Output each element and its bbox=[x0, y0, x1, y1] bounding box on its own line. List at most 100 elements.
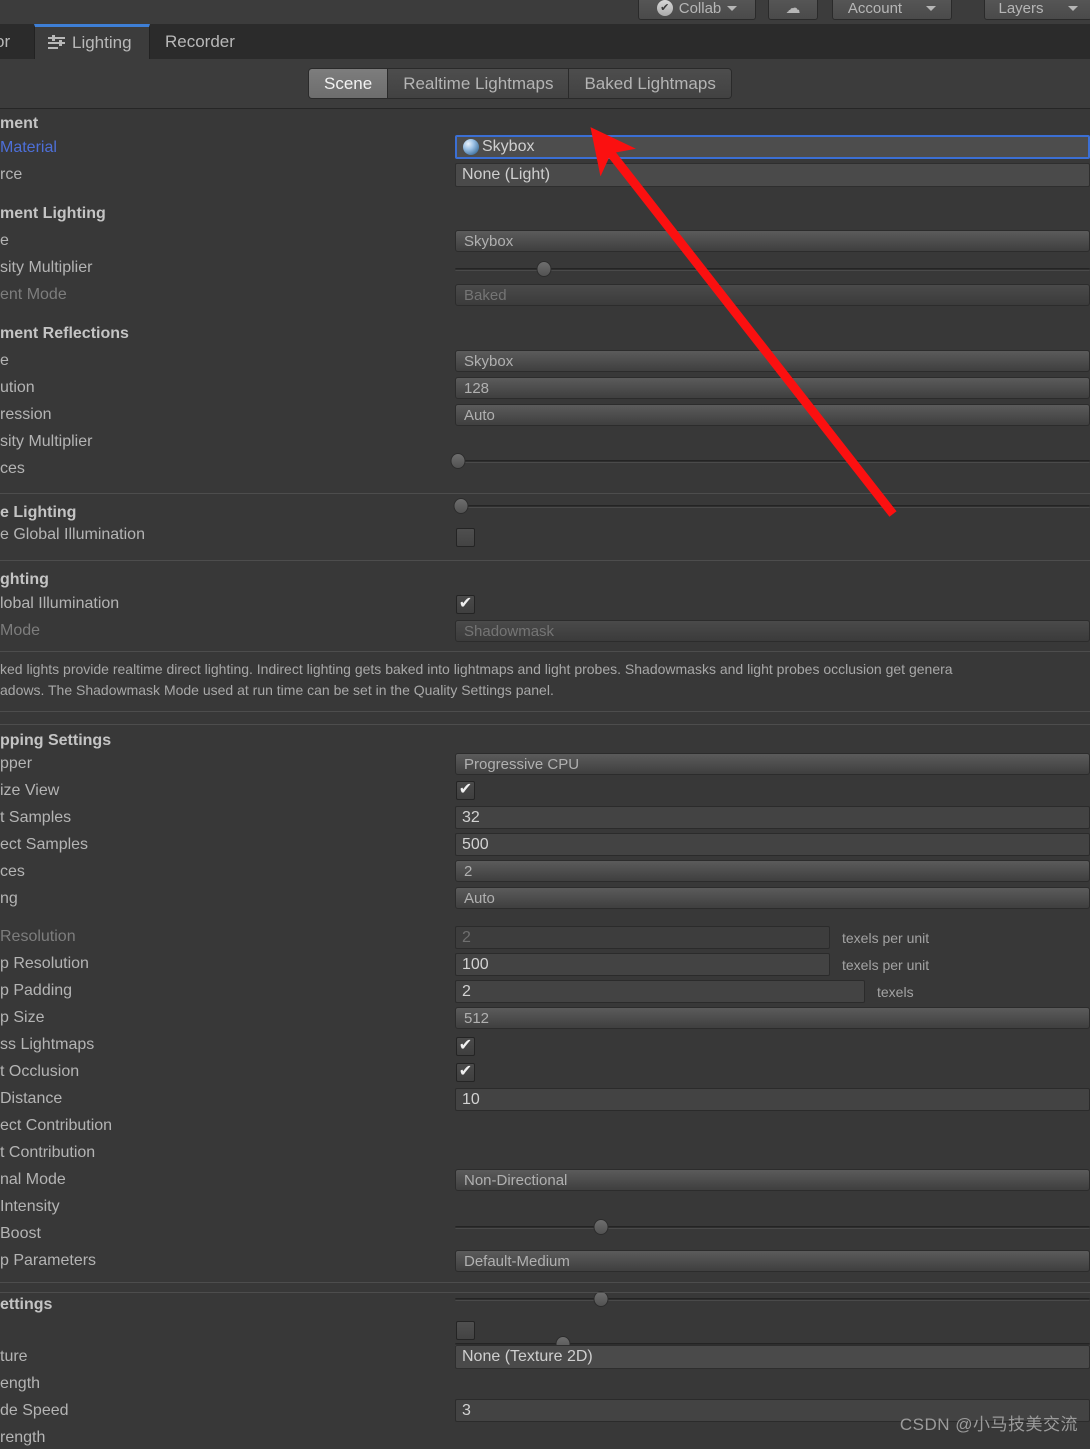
label-reflections-intensity-multiplier: sity Multiplier bbox=[0, 433, 93, 450]
field-value: None (Texture 2D) bbox=[462, 1348, 593, 1365]
section-header-lightmapping-settings: pping Settings bbox=[0, 732, 112, 749]
field-value: 32 bbox=[462, 808, 480, 826]
popup-value: Default-Medium bbox=[464, 1252, 570, 1270]
reflections-compression-popup[interactable]: Auto bbox=[455, 404, 1090, 426]
reflections-resolution-popup[interactable]: 128 bbox=[455, 377, 1090, 399]
account-dropdown[interactable]: Account bbox=[832, 0, 952, 20]
prioritize-view-checkbox[interactable] bbox=[456, 781, 475, 800]
label-flare-strength: rength bbox=[0, 1429, 46, 1446]
chevron-down-icon bbox=[727, 5, 738, 11]
halo-texture-field[interactable]: None (Texture 2D) bbox=[455, 1345, 1090, 1369]
lighting-settings-panel: ment Material Skybox rce None (Light) me… bbox=[0, 110, 1090, 1449]
sun-source-field[interactable]: None (Light) bbox=[455, 163, 1090, 187]
field-value: 100 bbox=[462, 955, 489, 973]
label-halo-strength: ength bbox=[0, 1375, 41, 1392]
lightmapping-bounces-popup[interactable]: 2 bbox=[455, 860, 1090, 882]
divider bbox=[0, 1292, 1090, 1293]
reflections-source-popup[interactable]: Skybox bbox=[455, 350, 1090, 372]
account-label: Account bbox=[847, 0, 903, 17]
label-flare-fade-speed: de Speed bbox=[0, 1402, 69, 1419]
tab-realtime-lightmaps[interactable]: Realtime Lightmaps bbox=[388, 69, 570, 98]
slider-knob[interactable] bbox=[450, 453, 466, 469]
popup-value: Auto bbox=[464, 406, 495, 424]
lighting-settings-icon bbox=[48, 35, 65, 50]
lightmap-parameters-popup[interactable]: Default-Medium bbox=[455, 1250, 1090, 1272]
label-lightmapper: pper bbox=[0, 755, 33, 772]
lighting-mode-popup[interactable]: Shadowmask bbox=[455, 620, 1090, 642]
label-indirect-resolution: Resolution bbox=[0, 928, 76, 945]
lightmap-mode-tabs: Scene Realtime Lightmaps Baked Lightmaps bbox=[308, 68, 732, 99]
popup-value: Skybox bbox=[464, 352, 514, 370]
popup-value: Auto bbox=[464, 889, 495, 907]
section-header-environment-reflections: ment Reflections bbox=[0, 325, 129, 342]
popup-value: Progressive CPU bbox=[464, 755, 580, 773]
slider-knob[interactable] bbox=[453, 498, 469, 514]
section-header-other-settings: ettings bbox=[0, 1296, 53, 1313]
label-lightmap-parameters: p Parameters bbox=[0, 1252, 97, 1269]
ambient-occlusion-checkbox[interactable] bbox=[456, 1063, 475, 1082]
baked-global-illumination-checkbox[interactable] bbox=[456, 595, 475, 614]
label-lighting-mode: Mode bbox=[0, 622, 41, 639]
popup-value: 2 bbox=[464, 862, 473, 880]
compress-lightmaps-checkbox[interactable] bbox=[456, 1037, 475, 1056]
lightmap-resolution-input[interactable]: 100 bbox=[455, 953, 830, 976]
sphere-icon bbox=[463, 139, 479, 155]
indirect-samples-input[interactable]: 500 bbox=[455, 833, 1090, 856]
label-filtering: ng bbox=[0, 890, 18, 907]
directional-mode-popup[interactable]: Non-Directional bbox=[455, 1169, 1090, 1191]
indirect-resolution-input[interactable]: 2 bbox=[455, 926, 830, 949]
reflections-intensity-slider[interactable] bbox=[450, 452, 1090, 470]
popup-value: Baked bbox=[464, 286, 507, 304]
divider bbox=[0, 711, 1090, 712]
popup-value: Skybox bbox=[464, 232, 514, 250]
filtering-popup[interactable]: Auto bbox=[455, 887, 1090, 909]
direct-samples-input[interactable]: 32 bbox=[455, 806, 1090, 829]
lightmapper-popup[interactable]: Progressive CPU bbox=[455, 753, 1090, 775]
slider-knob[interactable] bbox=[536, 261, 552, 277]
label-direct-samples: t Samples bbox=[0, 809, 72, 826]
skybox-material-field[interactable]: Skybox bbox=[455, 135, 1090, 159]
label-baked-global-illumination: lobal Illumination bbox=[0, 595, 120, 612]
slider-knob[interactable] bbox=[593, 1291, 609, 1307]
slider-track bbox=[455, 1226, 1090, 1229]
label-directional-mode: nal Mode bbox=[0, 1171, 66, 1188]
reflections-bounces-slider[interactable] bbox=[453, 497, 1090, 515]
tab-inspector-partial[interactable]: or bbox=[0, 24, 34, 59]
chevron-down-icon bbox=[1067, 5, 1078, 11]
label-lightmap-padding: p Padding bbox=[0, 982, 73, 999]
env-intensity-multiplier-slider[interactable] bbox=[455, 260, 1090, 278]
env-lighting-source-popup[interactable]: Skybox bbox=[455, 230, 1090, 252]
collab-button[interactable]: ✔ Collab bbox=[638, 0, 756, 20]
tab-lighting[interactable]: Lighting bbox=[34, 24, 150, 59]
max-distance-input[interactable]: 10 bbox=[455, 1088, 1090, 1111]
tab-label: Lighting bbox=[72, 33, 132, 52]
fog-checkbox[interactable] bbox=[456, 1321, 475, 1340]
lightmap-padding-input[interactable]: 2 bbox=[455, 980, 865, 1003]
section-header-realtime-lighting: e Lighting bbox=[0, 504, 77, 521]
field-value: Skybox bbox=[482, 138, 535, 155]
cloud-button[interactable]: ☁ bbox=[768, 0, 818, 20]
tab-recorder[interactable]: Recorder bbox=[152, 24, 262, 59]
slider-track bbox=[455, 460, 1090, 463]
window-tab-bar: or Lighting Recorder bbox=[0, 24, 1090, 59]
label-max-distance: Distance bbox=[0, 1090, 63, 1107]
field-value: 2 bbox=[462, 928, 471, 946]
label-lightmap-size: p Size bbox=[0, 1009, 45, 1026]
section-header-mixed-lighting: ghting bbox=[0, 571, 49, 588]
slider-knob[interactable] bbox=[593, 1219, 609, 1235]
watermark: CSDN @小马技美交流 bbox=[899, 1415, 1078, 1434]
label-compress-lightmaps: ss Lightmaps bbox=[0, 1036, 95, 1053]
divider bbox=[0, 493, 1090, 494]
layers-dropdown[interactable]: Layers bbox=[984, 0, 1090, 20]
label-sun-source: rce bbox=[0, 166, 23, 183]
slider-track bbox=[455, 505, 1090, 508]
tab-scene[interactable]: Scene bbox=[309, 69, 389, 98]
lightmap-size-popup[interactable]: 512 bbox=[455, 1007, 1090, 1029]
direct-contribution-slider[interactable] bbox=[455, 1218, 1090, 1236]
label-halo-texture: ture bbox=[0, 1348, 28, 1365]
realtime-global-illumination-checkbox[interactable] bbox=[456, 528, 475, 547]
label-direct-contribution: t Contribution bbox=[0, 1144, 96, 1161]
unity-lighting-window: ✔ Collab ☁ Account Layers or Lighting bbox=[0, 0, 1090, 1449]
ambient-mode-popup[interactable]: Baked bbox=[455, 284, 1090, 306]
tab-baked-lightmaps[interactable]: Baked Lightmaps bbox=[569, 69, 731, 98]
